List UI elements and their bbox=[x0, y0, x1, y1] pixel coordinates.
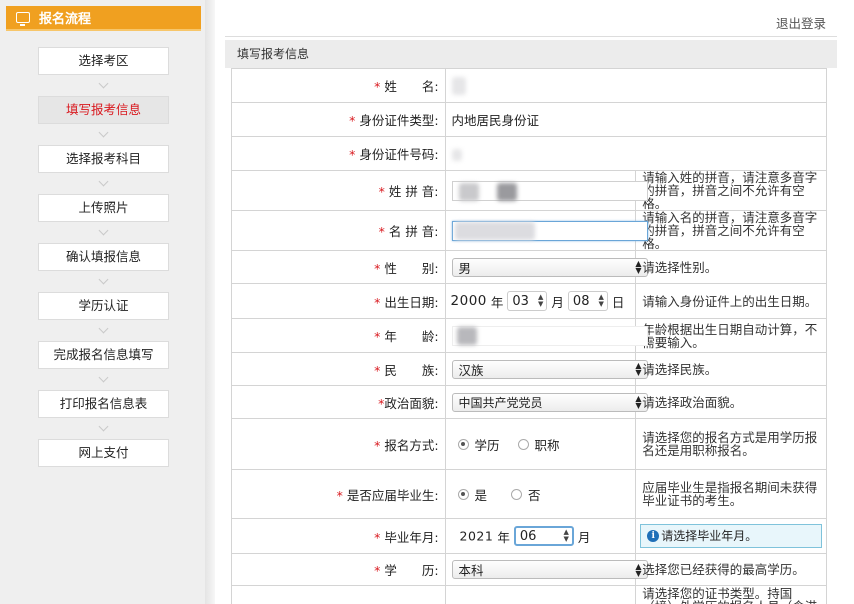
step-item[interactable]: 确认填报信息 bbox=[38, 243, 169, 271]
chevron-down-icon bbox=[38, 320, 169, 341]
birth-year[interactable]: 2000 bbox=[451, 293, 487, 309]
id-number-label: 身份证件号码: bbox=[359, 147, 439, 162]
education-label: 学 历: bbox=[384, 563, 439, 578]
step-item[interactable]: 填写报考信息 bbox=[38, 96, 169, 124]
id-type-label: 身份证件类型: bbox=[359, 113, 439, 128]
grad-date-label: 毕业年月: bbox=[384, 529, 439, 545]
row-gender: * 性 别: 男 ▲ ▼ 请选择性别。 bbox=[231, 250, 827, 284]
stepper-arrows-icon: ▲ ▼ bbox=[598, 293, 604, 308]
education-select[interactable]: 本科 ▲ ▼ bbox=[451, 560, 648, 579]
chevron-down-icon bbox=[38, 369, 169, 390]
birth-hint: 请输入身份证件上的出生日期。 bbox=[635, 283, 827, 319]
name-value-redacted bbox=[451, 76, 466, 95]
fresh-grad-hint: 应届毕业生是指报名期间未获得毕业证书的考生。 bbox=[635, 469, 827, 519]
age-label: 年 龄: bbox=[384, 329, 439, 344]
apply-method-label: 报名方式: bbox=[384, 437, 439, 453]
chevron-down-icon bbox=[38, 222, 169, 243]
grad-year[interactable]: 2021 bbox=[460, 529, 494, 544]
given-pinyin-hint: 请输入名的拼音，请注意多音字的拼音，拼音之间不允许有空格。 bbox=[635, 210, 827, 251]
step-item[interactable]: 上传照片 bbox=[38, 194, 169, 222]
row-given-pinyin: * 名 拼 音: 请输入名的拼音，请注意多音字的拼音，拼音之间不允许有空格。 bbox=[231, 210, 827, 251]
education-hint: 选择您已经获得的最高学历。 bbox=[635, 553, 827, 586]
gender-label: 性 别: bbox=[384, 260, 439, 276]
step-item[interactable]: 学历认证 bbox=[38, 292, 169, 320]
row-birth-date: * 出生日期: 2000 年 03 ▲ ▼ 月 08 ▲ ▼ 日 请输入身份证件上的出生日期。 bbox=[231, 283, 827, 319]
chevron-down-icon bbox=[38, 173, 169, 194]
birth-day-stepper[interactable]: 08 ▲ ▼ bbox=[567, 291, 608, 311]
row-education: * 学 历: 本科 ▲ ▼ 选择您已经获得的最高学历。 bbox=[231, 553, 827, 586]
chevron-down-icon bbox=[38, 124, 169, 145]
section-title: 填写报考信息 bbox=[225, 40, 837, 68]
given-pinyin-input[interactable] bbox=[451, 220, 648, 241]
row-id-number: * 身份证件号码: bbox=[231, 136, 828, 171]
row-apply-method: * 报名方式: 学历 职称 请选择您的报名方式是用学历报名还是用职称报名。 bbox=[231, 418, 827, 470]
select-arrows-icon: ▲ ▼ bbox=[635, 394, 642, 410]
stepper-arrows-icon: ▲ ▼ bbox=[538, 293, 544, 308]
surname-pinyin-input[interactable] bbox=[451, 180, 648, 201]
step-item[interactable]: 选择考区 bbox=[38, 47, 169, 75]
row-political: *政治面貌: 中国共产党党员 ▲ ▼ 请选择政治面貌。 bbox=[231, 385, 827, 419]
id-type-value: 内地居民身份证 bbox=[444, 102, 828, 137]
step-item[interactable]: 网上支付 bbox=[38, 439, 169, 467]
header-divider bbox=[225, 36, 837, 37]
logout-link[interactable]: 退出登录 bbox=[776, 13, 826, 32]
chevron-down-icon bbox=[38, 418, 169, 439]
ethnicity-select[interactable]: 汉族 ▲ ▼ bbox=[451, 359, 648, 379]
select-arrows-icon: ▲ ▼ bbox=[635, 361, 642, 377]
apply-method-hint: 请选择您的报名方式是用学历报名还是用职称报名。 bbox=[635, 418, 827, 470]
surname-pinyin-label: 姓 拼 音: bbox=[388, 184, 439, 199]
radio-fresh-no[interactable] bbox=[511, 488, 523, 500]
row-certificate: 请选择您的证书类型。持国（境）外学历的报名人员（含港澳台居民居住证持有人）请选择… bbox=[231, 585, 827, 604]
age-hint: 年龄根据出生日期自动计算，不需要输入。 bbox=[635, 318, 827, 353]
radio-fresh-yes[interactable] bbox=[457, 488, 469, 500]
political-label: 政治面貌: bbox=[384, 395, 439, 411]
step-list: 选择考区填写报考信息 选择报考科目 上传照片确认填报信息 学历认证完成报名信息填写 打印… bbox=[38, 47, 169, 467]
registration-form: * 姓 名: * 身份证件类型: 内地居民身份证 * 身份证件号码: * 姓 拼 音: … bbox=[231, 68, 828, 604]
row-age: * 年 龄: 年龄根据出生日期自动计算，不需要输入。 bbox=[231, 318, 827, 353]
birth-month-stepper[interactable]: 03 ▲ ▼ bbox=[507, 291, 548, 311]
row-ethnicity: * 民 族: 汉族 ▲ ▼ 请选择民族。 bbox=[231, 352, 827, 386]
info-icon: i bbox=[647, 530, 660, 542]
age-field bbox=[451, 325, 648, 346]
sidebar-header: 报名流程 bbox=[6, 6, 201, 31]
row-fresh-grad: * 是否应届毕业生: 是否 应届毕业生是指报名期间未获得毕业证书的考生。 bbox=[231, 469, 827, 519]
grad-month-stepper[interactable]: 06 ▲ ▼ bbox=[513, 526, 574, 546]
grad-date-tip: i 请选择毕业年月。 bbox=[640, 524, 822, 548]
select-arrows-icon: ▲ ▼ bbox=[635, 259, 642, 275]
stepper-arrows-icon: ▲ ▼ bbox=[563, 528, 569, 543]
step-item[interactable]: 完成报名信息填写 bbox=[38, 341, 169, 369]
row-grad-date: * 毕业年月: 2021 年 06 ▲ ▼ 月 i 请选择毕业年月。 bbox=[231, 518, 827, 554]
step-item[interactable]: 选择报考科目 bbox=[38, 145, 169, 173]
sidebar: 报名流程 选择考区填写报考信息 选择报考科目 上传照片确认填报信息 学历认证完成报名信… bbox=[0, 0, 205, 604]
row-name: * 姓 名: bbox=[231, 68, 828, 103]
gender-select[interactable]: 男 ▲ ▼ bbox=[451, 257, 648, 277]
certificate-hint: 请选择您的证书类型。持国（境）外学历的报名人员（含港澳台居民居住证持有人）请选择… bbox=[642, 587, 817, 604]
name-label: 姓 名: bbox=[384, 79, 439, 94]
radio-degree[interactable] bbox=[457, 438, 469, 450]
political-hint: 请选择政治面貌。 bbox=[635, 385, 827, 419]
gender-hint: 请选择性别。 bbox=[635, 250, 827, 284]
sidebar-divider bbox=[205, 0, 215, 604]
sidebar-title: 报名流程 bbox=[39, 12, 92, 27]
select-arrows-icon: ▲ ▼ bbox=[635, 561, 642, 578]
chevron-down-icon bbox=[38, 75, 169, 96]
fresh-grad-label: 是否应届毕业生: bbox=[346, 487, 439, 503]
radio-title[interactable] bbox=[517, 438, 529, 450]
row-surname-pinyin: * 姓 拼 音: 请输入姓的拼音，请注意多音字的拼音，拼音之间不允许有空格。 bbox=[231, 170, 827, 211]
birth-label: 出生日期: bbox=[384, 294, 439, 310]
chevron-down-icon bbox=[38, 271, 169, 292]
ethnicity-hint: 请选择民族。 bbox=[635, 352, 827, 386]
surname-pinyin-hint: 请输入姓的拼音，请注意多音字的拼音，拼音之间不允许有空格。 bbox=[635, 170, 827, 211]
ethnicity-label: 民 族: bbox=[384, 362, 439, 378]
political-select[interactable]: 中国共产党党员 ▲ ▼ bbox=[451, 392, 648, 412]
step-item[interactable]: 打印报名信息表 bbox=[38, 390, 169, 418]
given-pinyin-label: 名 拼 音: bbox=[388, 224, 439, 239]
monitor-icon bbox=[16, 12, 30, 26]
id-number-redacted bbox=[451, 148, 462, 161]
row-id-type: * 身份证件类型: 内地居民身份证 bbox=[231, 102, 828, 137]
